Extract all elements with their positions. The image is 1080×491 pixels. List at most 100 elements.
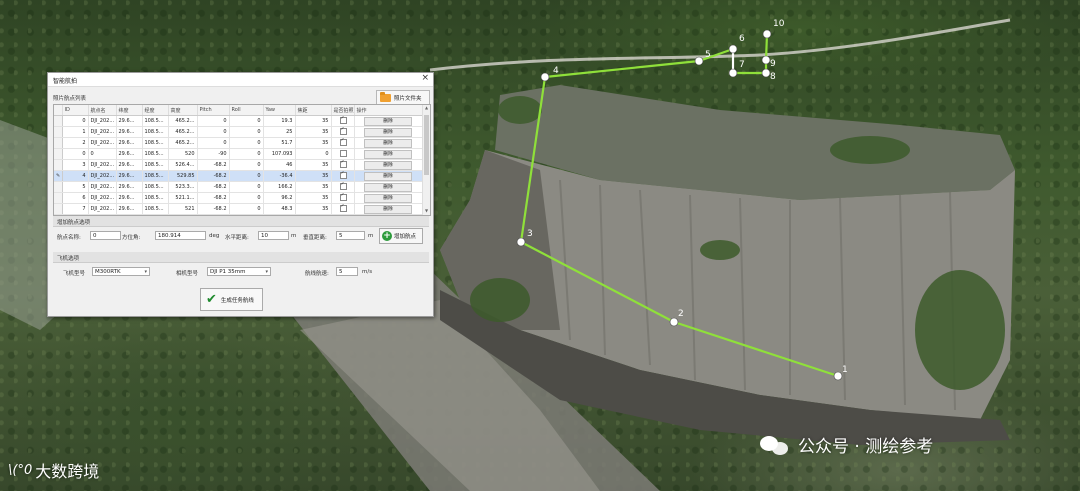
horizontal-distance-input[interactable]: 10 <box>258 231 289 240</box>
camera-model-select[interactable]: DJI P1 35mm ▾ <box>207 267 271 276</box>
table-row[interactable]: 6 DJI_202... 29.6... 108.5... 521.1... -68.2 0… <box>54 192 423 204</box>
cell-focal[interactable]: 35 <box>295 203 332 215</box>
cell-alt[interactable]: 521 <box>168 203 198 215</box>
close-icon[interactable]: × <box>421 73 429 83</box>
grid-vertical-scrollbar[interactable]: ▲ ▼ <box>422 105 430 215</box>
cell-lat[interactable]: 29.6... <box>116 159 143 171</box>
cell-focal[interactable]: 35 <box>295 170 332 182</box>
waypoint-marker[interactable] <box>833 371 843 381</box>
cell-lon[interactable]: 108.5... <box>142 126 169 138</box>
table-row[interactable]: 3 DJI_202... 29.6... 108.5... 526.4... -68.2 0… <box>54 159 423 171</box>
cell-lat[interactable]: 29.6... <box>116 115 143 127</box>
cell-lat[interactable]: 29.6... <box>116 148 143 160</box>
cell-roll[interactable]: 0 <box>229 170 264 182</box>
column-header[interactable]: Roll <box>229 105 264 116</box>
row-header[interactable] <box>54 181 63 193</box>
cell-id[interactable]: 2 <box>62 137 89 149</box>
table-row[interactable]: 1 DJI_202... 29.6... 108.5... 465.2... 0 0 25 35… <box>54 126 423 138</box>
row-header[interactable] <box>54 137 63 149</box>
column-header[interactable]: Pitch <box>197 105 230 116</box>
cell-yaw[interactable]: 19.3 <box>263 115 296 127</box>
waypoint-marker[interactable] <box>728 68 738 78</box>
cell-name[interactable]: DJI_202... <box>88 181 117 193</box>
photo-point-checkbox[interactable] <box>339 160 347 168</box>
waypoint-marker[interactable] <box>669 317 679 327</box>
cell-name[interactable]: DJI_202... <box>88 170 117 182</box>
cell-lon[interactable]: 108.5... <box>142 181 169 193</box>
waypoint-marker[interactable] <box>728 44 738 54</box>
cell-id[interactable]: 1 <box>62 126 89 138</box>
delete-row-button[interactable]: 删除 <box>364 182 412 192</box>
table-row[interactable]: ✎ 4 DJI_202... 29.6... 108.5... 529.85 -68.2 0-… <box>54 170 423 182</box>
cell-focal[interactable]: 35 <box>295 192 332 204</box>
waypoint-grid[interactable]: ID航点名纬度经度高度PitchRollYaw焦距是否拍照点操作 0DJI_20… <box>53 104 431 216</box>
cell-pitch[interactable]: -68.2 <box>197 203 230 215</box>
scroll-down-icon[interactable]: ▼ <box>423 208 430 215</box>
delete-row-button[interactable]: 删除 <box>364 160 412 170</box>
row-header[interactable]: ✎ <box>54 170 63 182</box>
vertical-distance-input[interactable]: 5 <box>336 231 365 240</box>
cell-name[interactable]: DJI_202... <box>88 115 117 127</box>
cell-pitch[interactable]: -68.2 <box>197 192 230 204</box>
cell-lon[interactable]: 108.5... <box>142 203 169 215</box>
cell-lon[interactable]: 108.5... <box>142 148 169 160</box>
column-header[interactable]: 焦距 <box>295 105 332 116</box>
row-header[interactable] <box>54 126 63 138</box>
delete-row-button[interactable]: 删除 <box>364 193 412 203</box>
aircraft-model-select[interactable]: M300RTK ▾ <box>92 267 150 276</box>
cell-pitch[interactable]: 0 <box>197 115 230 127</box>
delete-row-button[interactable]: 删除 <box>364 127 412 137</box>
cell-pitch[interactable]: 0 <box>197 126 230 138</box>
cell-roll[interactable]: 0 <box>229 137 264 149</box>
waypoint-marker[interactable] <box>694 56 704 66</box>
table-row[interactable]: 7 DJI_202... 29.6... 108.5... 521 -68.2 0 48.3 3… <box>54 203 423 215</box>
column-header[interactable]: 经度 <box>142 105 169 116</box>
cell-id[interactable]: 3 <box>62 159 89 171</box>
cell-focal[interactable]: 35 <box>295 159 332 171</box>
cell-yaw[interactable]: 51.7 <box>263 137 296 149</box>
cell-focal[interactable]: 35 <box>295 126 332 138</box>
cell-alt[interactable]: 465.2... <box>168 115 198 127</box>
waypoint-marker[interactable] <box>762 29 772 39</box>
cell-alt[interactable]: 521.1... <box>168 192 198 204</box>
cell-roll[interactable]: 0 <box>229 203 264 215</box>
cell-roll[interactable]: 0 <box>229 181 264 193</box>
cell-lon[interactable]: 108.5... <box>142 192 169 204</box>
cell-id[interactable]: 7 <box>62 203 89 215</box>
cell-roll[interactable]: 0 <box>229 148 264 160</box>
row-header[interactable] <box>54 159 63 171</box>
column-header[interactable]: ID <box>62 105 89 116</box>
photo-point-checkbox[interactable] <box>339 138 347 146</box>
table-row[interactable]: 0 DJI_202... 29.6... 108.5... 465.2... 0 0 19.3… <box>54 115 423 127</box>
cell-lat[interactable]: 29.6... <box>116 203 143 215</box>
row-header[interactable] <box>54 148 63 160</box>
table-row[interactable]: 0 0 29.6... 108.5... 520 -90 0 107.093 0 删除 <box>54 148 423 160</box>
generate-mission-route-button[interactable]: ✔ 生成任务航线 <box>200 288 263 311</box>
photo-point-checkbox[interactable] <box>339 171 347 179</box>
cell-lat[interactable]: 29.6... <box>116 170 143 182</box>
azimuth-input[interactable]: 180.914 <box>155 231 206 240</box>
column-header[interactable]: 是否拍照点 <box>331 105 355 116</box>
cell-lon[interactable]: 108.5... <box>142 137 169 149</box>
cell-focal[interactable]: 35 <box>295 181 332 193</box>
row-header[interactable] <box>54 192 63 204</box>
cell-name[interactable]: DJI_202... <box>88 126 117 138</box>
table-row[interactable]: 5 DJI_202... 29.6... 108.5... 523.3... -68.2 0… <box>54 181 423 193</box>
cell-yaw[interactable]: 25 <box>263 126 296 138</box>
cell-name[interactable]: DJI_202... <box>88 192 117 204</box>
cell-roll[interactable]: 0 <box>229 192 264 204</box>
cell-name[interactable]: 0 <box>88 148 117 160</box>
cell-id[interactable]: 6 <box>62 192 89 204</box>
cell-lat[interactable]: 29.6... <box>116 137 143 149</box>
waypoint-marker[interactable] <box>540 72 550 82</box>
dialog-titlebar[interactable]: 智能航拍 × <box>48 73 433 87</box>
cell-id[interactable]: 0 <box>62 115 89 127</box>
cell-lat[interactable]: 29.6... <box>116 126 143 138</box>
cell-lat[interactable]: 29.6... <box>116 192 143 204</box>
cell-pitch[interactable]: -68.2 <box>197 181 230 193</box>
scroll-thumb[interactable] <box>424 115 429 175</box>
delete-row-button[interactable]: 删除 <box>364 116 412 126</box>
cell-pitch[interactable]: -90 <box>197 148 230 160</box>
delete-row-button[interactable]: 删除 <box>364 204 412 214</box>
photo-point-checkbox[interactable] <box>339 182 347 190</box>
